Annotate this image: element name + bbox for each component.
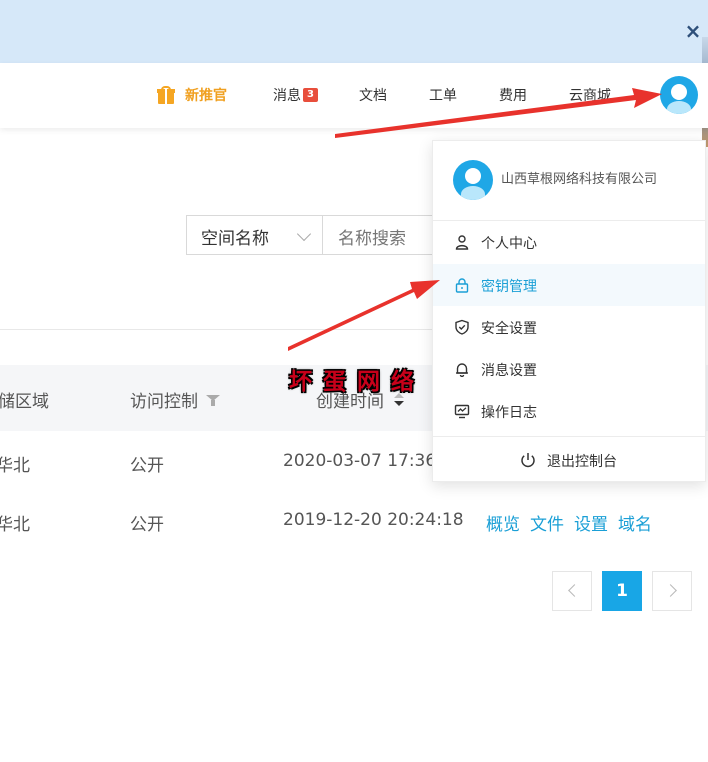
search-input[interactable] bbox=[322, 215, 442, 255]
column-header-access-label: 访问控制 bbox=[130, 392, 198, 412]
column-header-region: 储区域 bbox=[0, 392, 49, 412]
cell-region: 华北 bbox=[0, 456, 30, 476]
nav-messages-label: 消息 bbox=[273, 88, 301, 104]
nav-messages[interactable]: 消息 3 bbox=[273, 85, 318, 105]
logout-button[interactable]: 退出控制台 bbox=[433, 437, 705, 483]
nav-docs[interactable]: 文档 bbox=[359, 85, 387, 105]
menu-item-operation-log[interactable]: 操作日志 bbox=[433, 390, 705, 432]
pagination-prev-button[interactable] bbox=[552, 571, 592, 611]
nav-mall[interactable]: 云商城 bbox=[569, 85, 611, 105]
pagination-page-button[interactable]: 1 bbox=[602, 571, 642, 611]
menu-item-label: 密钥管理 bbox=[481, 279, 537, 295]
nav-ticket[interactable]: 工单 bbox=[429, 85, 457, 105]
page: × 新推官 消息 3 文档 工单 费用 云商城 空间名称 储区域 访问控制 bbox=[0, 0, 708, 762]
company-name: 山西草根网络科技有限公司 bbox=[501, 172, 658, 187]
nav-new-label: 新推官 bbox=[185, 88, 227, 104]
cell-operations: 概览 文件 设置 域名 bbox=[486, 510, 662, 535]
bell-icon bbox=[456, 363, 468, 377]
filter-icon[interactable] bbox=[206, 393, 220, 407]
monitor-icon bbox=[454, 404, 470, 419]
overview-link[interactable]: 概览 bbox=[486, 515, 520, 535]
banner-close-icon[interactable]: × bbox=[682, 18, 704, 44]
gift-icon bbox=[157, 86, 175, 104]
search-field-select-value: 空间名称 bbox=[201, 229, 269, 249]
menu-item-notification-settings[interactable]: 消息设置 bbox=[433, 348, 705, 390]
watermark-text: 坏蛋网络 bbox=[289, 368, 425, 395]
power-icon bbox=[521, 453, 535, 468]
top-banner: × bbox=[0, 0, 708, 63]
menu-item-label: 个人中心 bbox=[481, 236, 537, 252]
shield-icon bbox=[455, 319, 469, 335]
top-navigation: 新推官 消息 3 文档 工单 费用 云商城 bbox=[0, 63, 708, 128]
pagination-next-button[interactable] bbox=[652, 571, 692, 611]
cell-created: 2020-03-07 17:36:5 bbox=[283, 451, 453, 471]
menu-item-label: 操作日志 bbox=[481, 405, 537, 421]
cell-access: 公开 bbox=[130, 515, 164, 535]
company-avatar bbox=[453, 160, 493, 200]
nav-new-promo[interactable]: 新推官 bbox=[157, 85, 227, 105]
cell-created: 2019-12-20 20:24:18 bbox=[283, 510, 464, 530]
search-field-select[interactable]: 空间名称 bbox=[186, 215, 323, 255]
messages-count-badge: 3 bbox=[303, 88, 318, 102]
files-link[interactable]: 文件 bbox=[530, 515, 564, 535]
cell-access: 公开 bbox=[130, 456, 164, 476]
lock-icon bbox=[455, 278, 469, 293]
menu-item-security[interactable]: 安全设置 bbox=[433, 306, 705, 348]
user-icon bbox=[455, 235, 469, 250]
arrow-to-key-management bbox=[288, 280, 440, 351]
chevron-down-icon bbox=[296, 226, 312, 242]
domain-link[interactable]: 域名 bbox=[618, 515, 652, 535]
cell-region: 华北 bbox=[0, 515, 30, 535]
chevron-left-icon bbox=[568, 584, 581, 597]
menu-item-key-management[interactable]: 密钥管理 bbox=[433, 264, 705, 306]
menu-item-profile[interactable]: 个人中心 bbox=[433, 221, 705, 263]
nav-fee[interactable]: 费用 bbox=[499, 85, 527, 105]
table-row: 华北 公开 2019-12-20 20:24:18 概览 文件 设置 域名 bbox=[0, 490, 708, 552]
menu-item-label: 安全设置 bbox=[481, 321, 537, 337]
logout-label: 退出控制台 bbox=[547, 454, 617, 470]
content-divider bbox=[0, 329, 440, 330]
column-header-access: 访问控制 bbox=[130, 387, 220, 412]
chevron-right-icon bbox=[664, 584, 677, 597]
menu-item-label: 消息设置 bbox=[481, 363, 537, 379]
user-menu-header: 山西草根网络科技有限公司 bbox=[433, 141, 705, 221]
settings-link[interactable]: 设置 bbox=[574, 515, 608, 535]
user-menu-dropdown: 山西草根网络科技有限公司 个人中心 密钥管理 安全设置 消息设置 操作日志 退出… bbox=[432, 140, 706, 482]
user-avatar[interactable] bbox=[660, 76, 698, 114]
